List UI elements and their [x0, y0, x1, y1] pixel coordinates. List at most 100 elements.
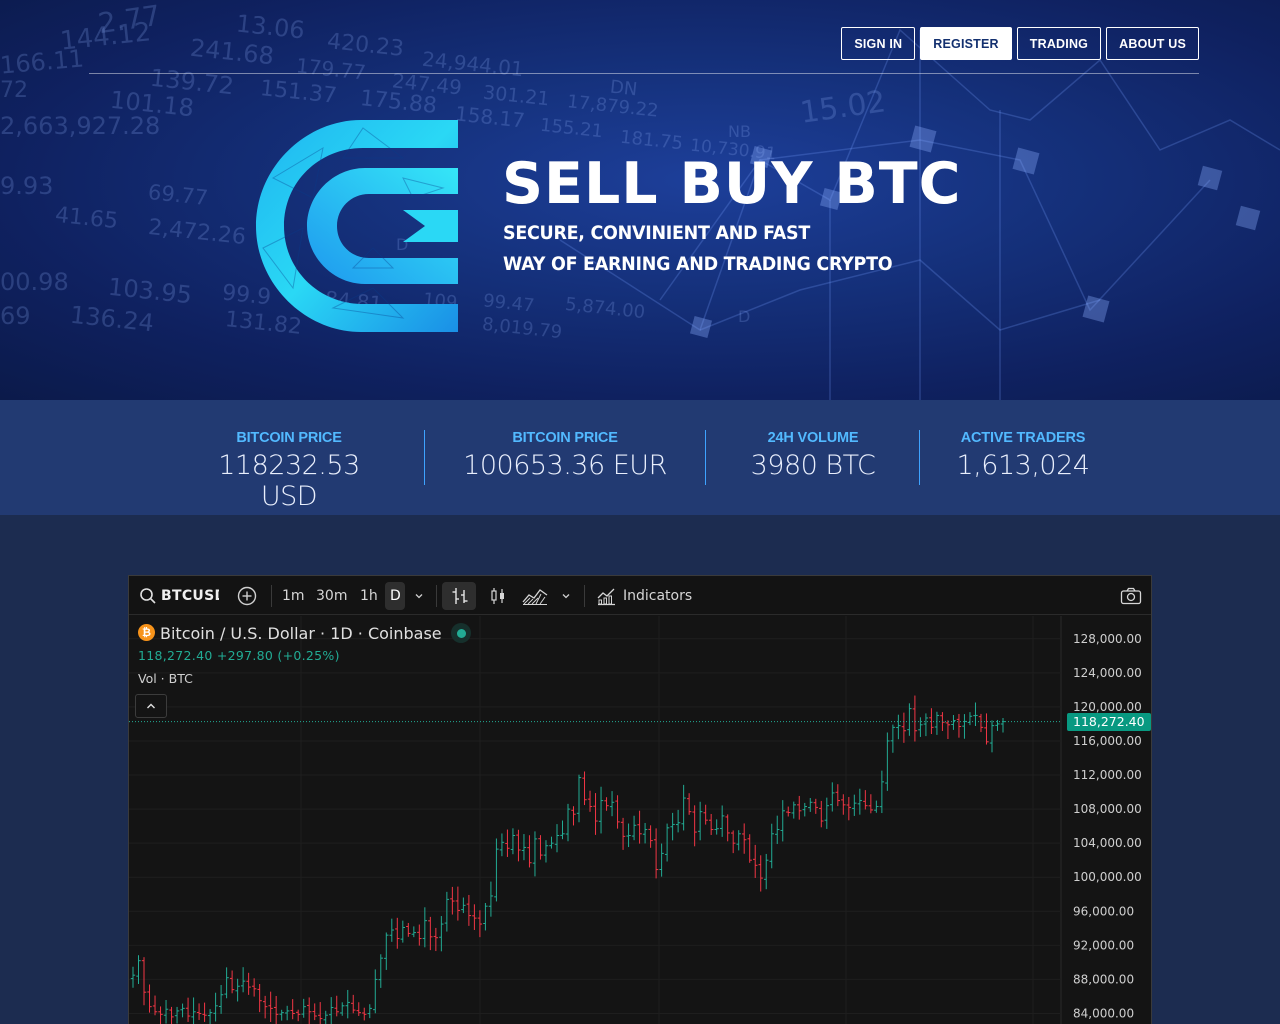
stat-divider [705, 430, 706, 485]
ohlc-bar [813, 798, 818, 814]
interval-dropdown-button[interactable] [413, 576, 425, 615]
indicators-button[interactable]: Indicators [596, 576, 692, 615]
ohlc-bar [929, 708, 934, 735]
ohlc-bar [345, 989, 350, 1019]
ohlc-bar [863, 790, 868, 810]
toolbar-divider [271, 585, 272, 607]
stat-label: 24H VOLUME [767, 430, 859, 446]
ohlc-bar [527, 835, 532, 868]
candle-style-button[interactable] [489, 576, 507, 615]
interval-1m[interactable]: 1m [282, 576, 305, 615]
y-tick-label: 92,000.00 [1073, 938, 1134, 952]
ohlc-bar [422, 907, 428, 948]
ohlc-bar [395, 917, 400, 949]
ohlc-bar [351, 994, 356, 1014]
ohlc-bar [686, 793, 692, 815]
stat-label: ACTIVE TRADERS [960, 430, 1086, 446]
background-number: 103.95 [106, 272, 194, 310]
symbol-search[interactable]: BTCUSD [139, 576, 219, 615]
interval-d[interactable]: D [390, 576, 401, 615]
ohlc-bar [582, 771, 587, 806]
trading-button[interactable]: TRADING [1016, 27, 1102, 60]
y-tick-label: 100,000.00 [1073, 870, 1142, 884]
chart-legend-title: Bitcoin / U.S. Dollar · 1D · Coinbase [160, 624, 442, 643]
ohlc-bar [152, 995, 158, 1016]
chart-toolbar: BTCUSD 1m 30m 1h D [129, 576, 1151, 615]
background-number: 15.02 [797, 84, 888, 131]
ohlc-bar [830, 782, 835, 812]
bitcoin-icon: ₿ [138, 624, 155, 641]
ohlc-bar [400, 920, 406, 943]
ohlc-bar [802, 802, 807, 817]
register-button[interactable]: REGISTER [920, 27, 1012, 60]
chart-legend-ohlc: 118,272.40 +297.80 (+0.25%) [138, 648, 340, 663]
ohlc-bar [648, 825, 653, 848]
ohlc-bar [901, 712, 907, 743]
snapshot-button[interactable] [1120, 576, 1142, 615]
ohlc-bar [450, 886, 455, 915]
background-number: 17,879.22 [566, 91, 660, 122]
stat-value: 1,613,024 [956, 450, 1090, 481]
ohlc-bar [593, 793, 598, 835]
ohlc-bar [808, 798, 813, 812]
hero-subtitle-line2: WAY OF EARNING AND TRADING CRYPTO [503, 253, 893, 275]
ohlc-bar [433, 927, 439, 952]
ohlc-bar [670, 812, 675, 841]
ohlc-bar [185, 997, 191, 1022]
ohlc-bar [797, 795, 802, 820]
ohlc-bar [323, 1010, 328, 1024]
y-tick-label: 96,000.00 [1073, 904, 1134, 918]
about-us-button[interactable]: ABOUT US [1106, 27, 1199, 60]
ohlc-bar [273, 995, 279, 1024]
add-symbol-button[interactable] [237, 576, 257, 615]
bar-style-button[interactable] [451, 576, 469, 615]
ohlc-bar [224, 967, 229, 999]
ohlc-bar [196, 1003, 202, 1020]
ohlc-bar [615, 795, 620, 829]
y-tick-label: 108,000.00 [1073, 802, 1142, 816]
ohlc-bar [147, 984, 152, 1013]
ohlc-bar [362, 1007, 367, 1021]
ohlc-bar [868, 794, 874, 814]
y-tick-label: 84,000.00 [1073, 1006, 1134, 1020]
chart-type-dropdown-button[interactable] [560, 576, 572, 615]
stat-value: 100653.36 EUR [463, 450, 667, 481]
background-number: D [738, 307, 751, 326]
interval-30m[interactable]: 30m [316, 576, 347, 615]
chevron-down-icon [415, 593, 423, 598]
interval-1h[interactable]: 1h [360, 576, 378, 615]
stat-label: BITCOIN PRICE [512, 430, 618, 446]
sign-in-button[interactable]: SIGN IN [841, 27, 916, 60]
collapse-legend-button[interactable] [135, 694, 167, 718]
ohlc-bar [758, 855, 763, 892]
ohlc-bar [879, 770, 885, 814]
ohlc-bar [180, 1003, 185, 1018]
hero-title: SELL BUY BTC [502, 151, 962, 217]
camera-icon [1120, 587, 1142, 604]
y-tick-label: 88,000.00 [1073, 972, 1134, 986]
ohlc-bar [890, 724, 896, 753]
area-style-icon [522, 588, 548, 605]
ohlc-bar [786, 806, 791, 817]
y-tick-label: 104,000.00 [1073, 836, 1142, 850]
chart-area[interactable]: 128,000.00 124,000.00 120,000.00 116,000.00… [129, 616, 1151, 1024]
background-number: 2,472.26 [146, 214, 248, 251]
stat-24h-volume: 24H VOLUME 3980 BTC [733, 430, 893, 481]
ohlc-bar [708, 813, 714, 835]
ohlc-bar [659, 843, 664, 877]
y-tick-label: 124,000.00 [1073, 666, 1142, 680]
price-chart[interactable]: 128,000.00 124,000.00 120,000.00 116,000.00… [129, 616, 1151, 1024]
ohlc-bar [912, 695, 918, 742]
ohlc-bar [251, 978, 257, 997]
market-open-status-icon [451, 623, 471, 643]
ohlc-bar [367, 1004, 372, 1019]
area-style-button[interactable] [522, 576, 548, 615]
last-price-tag: 118,272.40 [1067, 712, 1151, 731]
stat-divider [919, 430, 920, 485]
ohlc-bar [158, 1006, 163, 1024]
ohlc-bar [852, 794, 857, 816]
background-number: 2,663,927.28 [0, 112, 161, 140]
ohlc-bar [973, 702, 978, 726]
background-number: NB [728, 122, 751, 141]
stat-value: 3980 BTC [750, 450, 876, 481]
